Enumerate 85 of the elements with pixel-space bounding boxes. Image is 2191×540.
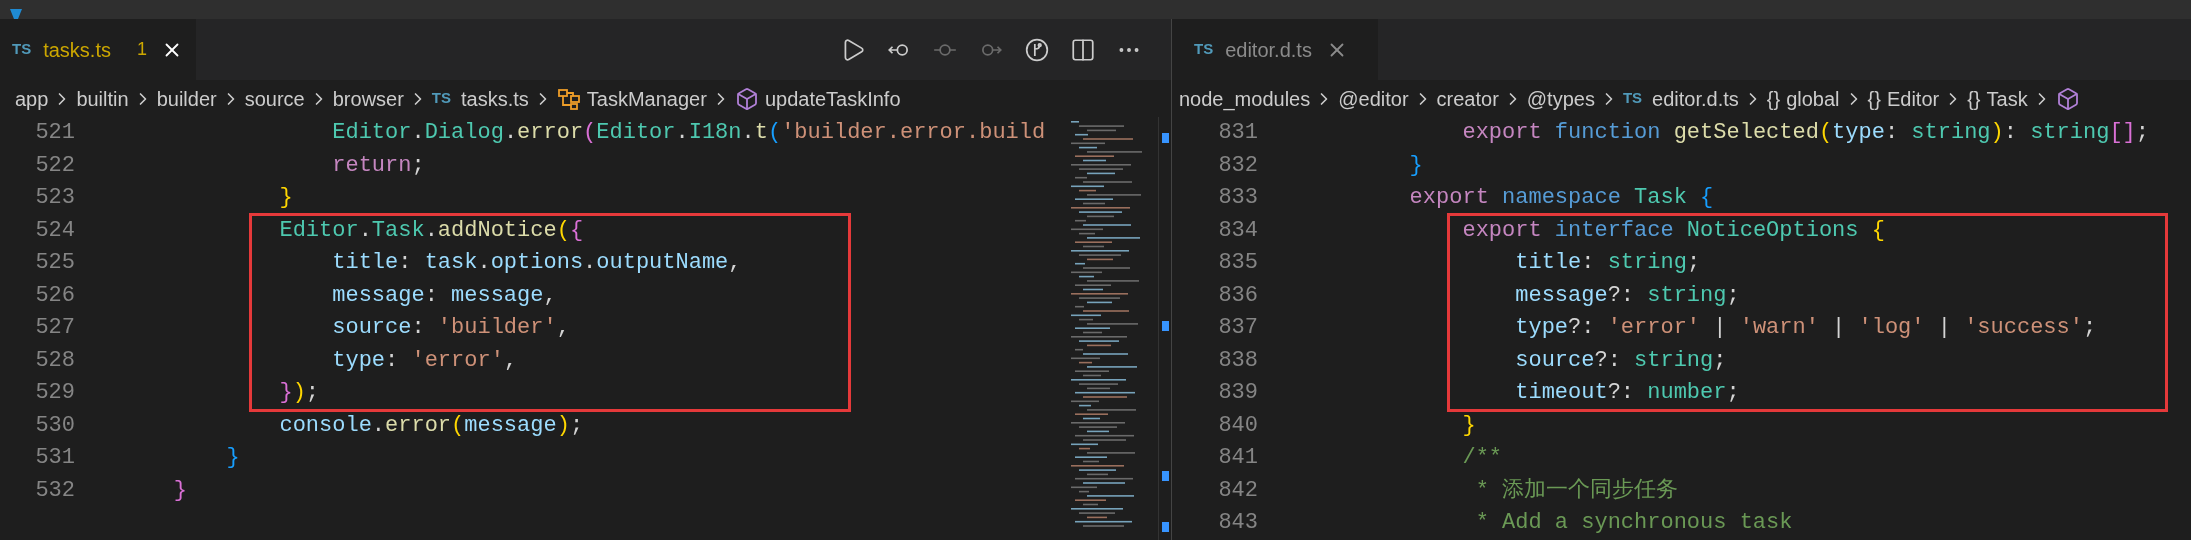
line-number: 842 <box>1218 476 1258 505</box>
tab-label: editor.d.ts <box>1225 37 1312 63</box>
line-number: 525 <box>35 249 75 277</box>
line-number: 528 <box>35 346 75 375</box>
line-number: 837 <box>1218 314 1258 342</box>
code-line: /** <box>1461 444 1503 472</box>
change-marker <box>1162 522 1169 532</box>
ts-file-icon: TS <box>1194 38 1214 61</box>
breadcrumb-item[interactable]: node_modules <box>1179 83 1311 114</box>
code-line: source?: string; <box>1514 346 1727 375</box>
code-line: } <box>225 444 240 472</box>
code-line: timeout?: number; <box>1514 379 1740 407</box>
line-number: 841 <box>1218 444 1258 472</box>
line-number: 526 <box>35 281 75 310</box>
line-number: 840 <box>1218 411 1258 440</box>
breadcrumb-item[interactable]: builtin <box>76 83 129 114</box>
line-number: 832 <box>1218 151 1258 180</box>
class-icon <box>556 86 581 111</box>
breadcrumb-item[interactable]: tasks.ts <box>461 83 529 114</box>
code-line: console.error(message); <box>278 411 584 440</box>
line-number: 523 <box>35 184 75 212</box>
ts-file-icon: TS <box>1622 87 1643 110</box>
breadcrumb-item[interactable]: creator <box>1436 83 1499 114</box>
code-line: message: message, <box>331 281 557 310</box>
line-number: 530 <box>35 411 75 440</box>
line-number: 836 <box>1218 281 1258 310</box>
code-line: export function getSelected(type: string): string[]; <box>1461 119 2149 147</box>
breadcrumb-item[interactable]: Task <box>1986 83 2028 114</box>
breadcrumb-item[interactable]: updateTaskInfo <box>764 83 901 114</box>
line-number: 833 <box>1218 184 1258 212</box>
code-line: title: task.options.outputName, <box>331 249 742 277</box>
code-line: } <box>1408 151 1423 180</box>
editor-tab[interactable]: TS editor.d.ts <box>1172 19 1378 80</box>
namespace-icon: {} <box>1766 83 1781 114</box>
line-number: 835 <box>1218 249 1258 277</box>
line-number: 521 <box>35 119 75 147</box>
breadcrumb-item[interactable]: editor.d.ts <box>1652 83 1739 114</box>
breadcrumb-item[interactable]: @editor <box>1338 83 1409 114</box>
change-marker <box>1162 471 1169 481</box>
line-number: 527 <box>35 314 75 342</box>
line-number: 834 <box>1218 216 1258 245</box>
breadcrumb-item[interactable]: @types <box>1526 83 1595 114</box>
ts-file-icon: TS <box>431 87 452 110</box>
problem-count: 1 <box>136 38 147 61</box>
line-number: 531 <box>35 444 75 472</box>
namespace-icon: {} <box>1867 83 1881 114</box>
breadcrumb-item[interactable]: browser <box>332 83 404 114</box>
line-number: 843 <box>1218 509 1258 537</box>
editor-tab[interactable]: TS tasks.ts 1 <box>0 19 196 80</box>
code-line: } <box>172 476 187 505</box>
code-line: return; <box>331 151 425 180</box>
breadcrumb-item[interactable]: TaskManager <box>586 83 707 114</box>
ts-file-icon: TS <box>12 38 32 61</box>
code-line: title: string; <box>1514 249 1701 277</box>
breadcrumb-item[interactable]: Editor <box>1886 83 1940 114</box>
change-marker <box>1162 133 1169 143</box>
code-line: type?: 'error' | 'warn' | 'log' | 'success'; <box>1514 314 2097 342</box>
tab-label: tasks.ts <box>43 37 111 63</box>
change-marker <box>1162 321 1169 331</box>
line-number: 831 <box>1218 119 1258 147</box>
breadcrumb-item[interactable]: global <box>1786 83 1840 114</box>
code-line: message?: string; <box>1514 281 1740 310</box>
code-line: type: 'error', <box>331 346 518 375</box>
code-line: export interface NoticeOptions { <box>1461 216 1885 245</box>
breadcrumb-item[interactable]: builder <box>156 83 217 114</box>
code-line: } <box>278 184 293 212</box>
code-line: }); <box>278 379 320 407</box>
line-number: 839 <box>1218 379 1258 407</box>
breadcrumb-item[interactable]: source <box>244 83 305 114</box>
line-number: 522 <box>35 151 75 180</box>
breadcrumb-item[interactable]: app <box>15 83 49 114</box>
namespace-icon: {} <box>1967 83 1981 114</box>
code-line: source: 'builder', <box>331 314 570 342</box>
method-icon <box>734 86 759 111</box>
code-line: } <box>1461 411 1476 440</box>
code-line: * 添加一个同步任务 <box>1474 476 1679 505</box>
method-icon <box>2055 86 2080 111</box>
code-line: * Add a synchronous task <box>1474 509 1793 537</box>
code-line: export namespace Task { <box>1408 184 1714 212</box>
line-number: 838 <box>1218 346 1258 375</box>
line-number: 532 <box>35 476 75 505</box>
code-line: Editor.Dialog.error(Editor.I18n.t('builder.error.build <box>331 119 1046 147</box>
line-number: 529 <box>35 379 75 407</box>
code-line: Editor.Task.addNotice({ <box>278 216 584 245</box>
line-number: 524 <box>35 216 75 245</box>
